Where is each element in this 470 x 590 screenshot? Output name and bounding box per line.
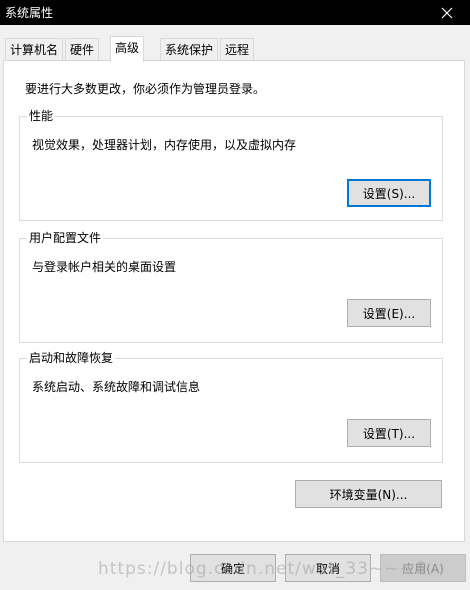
user-profiles-settings-button[interactable]: 设置(E)...: [347, 299, 431, 327]
performance-group: 性能 视觉效果，处理器计划，内存使用，以及虚拟内存 设置(S)...: [19, 109, 443, 221]
performance-desc: 视觉效果，处理器计划，内存使用，以及虚拟内存: [32, 138, 297, 152]
window-title: 系统属性: [5, 6, 54, 20]
environment-variables-button[interactable]: 环境变量(N)...: [295, 480, 442, 508]
tab-remote[interactable]: 远程: [220, 38, 255, 61]
close-icon: [441, 7, 453, 18]
tab-advanced[interactable]: 高级: [110, 36, 145, 62]
close-button[interactable]: [424, 0, 470, 25]
user-profiles-label: 用户配置文件: [27, 231, 104, 245]
performance-settings-button[interactable]: 设置(S)...: [347, 179, 431, 207]
admin-notice: 要进行大多数更改，你必须作为管理员登录。: [25, 82, 266, 96]
tab-strip: 计算机名 硬件 高级 系统保护 远程: [0, 36, 470, 62]
startup-recovery-label: 启动和故障恢复: [27, 351, 116, 365]
performance-label: 性能: [27, 109, 56, 123]
startup-recovery-desc: 系统启动、系统故障和调试信息: [32, 380, 201, 394]
startup-recovery-group: 启动和故障恢复 系统启动、系统故障和调试信息 设置(T)...: [19, 351, 443, 463]
tab-system-protection[interactable]: 系统保护: [160, 38, 219, 61]
advanced-panel: 要进行大多数更改，你必须作为管理员登录。 性能 视觉效果，处理器计划，内存使用，…: [3, 60, 465, 542]
title-bar: 系统属性: [0, 0, 470, 25]
watermark-text: https://blog.csdn.net/wat_33~~~6: [98, 559, 427, 579]
startup-recovery-settings-button[interactable]: 设置(T)...: [347, 419, 431, 447]
window-body: 计算机名 硬件 高级 系统保护 远程 要进行大多数更改，你必须作为管理员登录。 …: [0, 25, 470, 590]
tab-hardware[interactable]: 硬件: [65, 38, 100, 61]
user-profiles-group: 用户配置文件 与登录帐户相关的桌面设置 设置(E)...: [19, 231, 443, 343]
user-profiles-desc: 与登录帐户相关的桌面设置: [32, 260, 177, 274]
tab-computer-name[interactable]: 计算机名: [5, 38, 64, 61]
